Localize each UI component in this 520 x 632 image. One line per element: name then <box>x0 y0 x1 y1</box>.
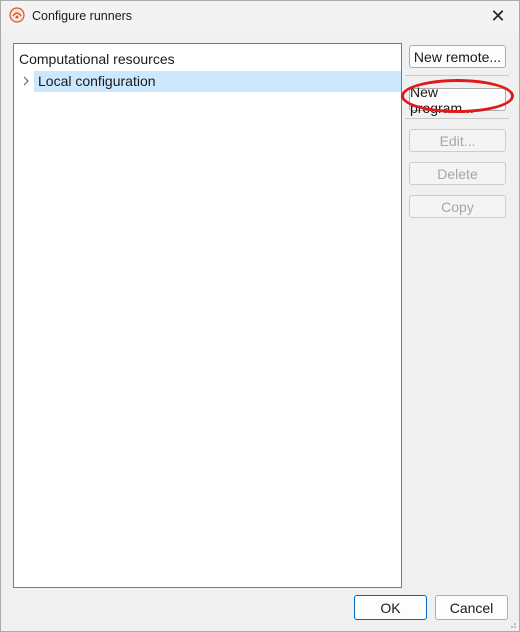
chevron-right-icon[interactable] <box>19 73 33 89</box>
ok-button[interactable]: OK <box>354 595 427 620</box>
resources-tree[interactable]: Computational resources Local configurat… <box>13 43 402 588</box>
new-remote-button[interactable]: New remote... <box>409 45 506 68</box>
delete-button[interactable]: Delete <box>409 162 506 185</box>
resize-grip-icon[interactable] <box>507 619 517 629</box>
configure-runners-dialog: Configure runners ✕ Computational resour… <box>0 0 520 632</box>
tree-item-label: Local configuration <box>38 73 156 89</box>
cancel-button[interactable]: Cancel <box>435 595 508 620</box>
window-title: Configure runners <box>32 9 133 23</box>
tree-item-local-configuration[interactable]: Local configuration <box>14 71 401 92</box>
separator <box>405 75 509 76</box>
new-program-button[interactable]: New program... <box>409 84 506 116</box>
copy-button[interactable]: Copy <box>409 195 506 218</box>
tree-root-label: Computational resources <box>19 51 175 67</box>
close-button[interactable]: ✕ <box>483 3 513 29</box>
close-icon: ✕ <box>490 5 506 26</box>
tree-item-selection: Local configuration <box>34 71 401 92</box>
separator <box>405 118 509 119</box>
title-bar: Configure runners ✕ <box>1 1 519 33</box>
app-logo-icon <box>9 7 25 23</box>
edit-button[interactable]: Edit... <box>409 129 506 152</box>
